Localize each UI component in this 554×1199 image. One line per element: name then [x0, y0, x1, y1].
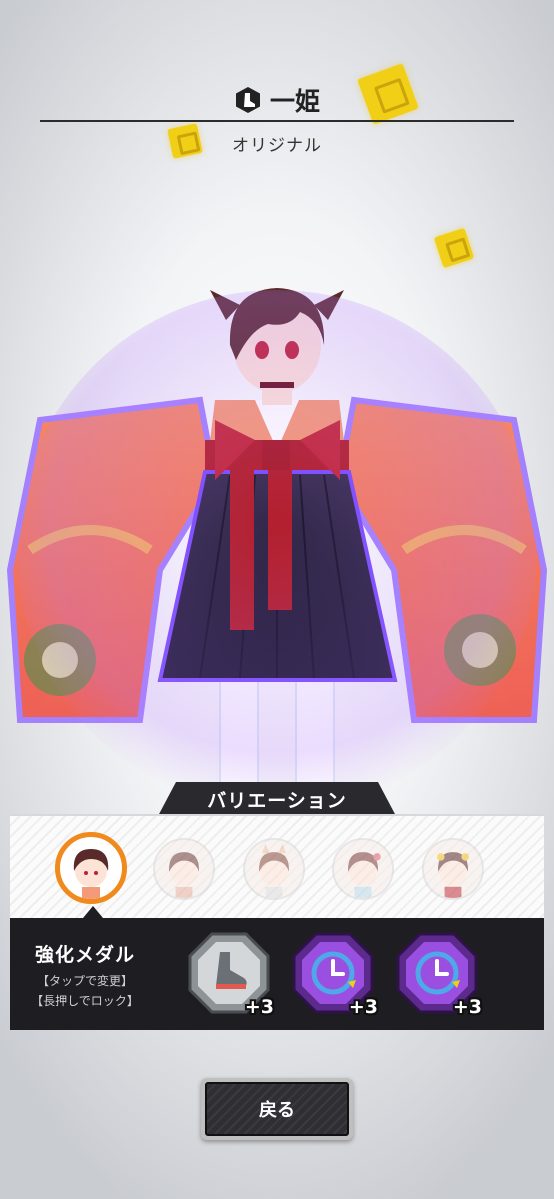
variation-list — [10, 814, 544, 918]
medal-slot-3[interactable]: +3 — [394, 930, 482, 1018]
back-button[interactable]: 戻る — [201, 1078, 353, 1140]
character-name: 一姫 — [269, 87, 320, 116]
medal-hint-hold: 【長押しでロック】 — [31, 994, 139, 1008]
variation-tab: バリエーション — [158, 782, 396, 816]
medal-slot-1[interactable]: +3 — [186, 930, 274, 1018]
character-header: 一姫 — [40, 80, 514, 122]
medal-bonus-2: +3 — [348, 996, 378, 1018]
back-button-label: 戻る — [259, 1100, 295, 1121]
variant-name: オリジナル — [232, 136, 322, 156]
variation-item-2[interactable] — [153, 838, 215, 900]
medal-slot-2[interactable]: +3 — [290, 930, 378, 1018]
variation-item-4[interactable] — [332, 838, 394, 900]
selection-pointer — [83, 906, 103, 918]
medal-hint-tap: 【タップで変更】 — [36, 974, 133, 988]
medal-bonus-1: +3 — [244, 996, 274, 1018]
medal-bonus-3: +3 — [452, 996, 482, 1018]
boot-icon — [234, 86, 262, 114]
variation-item-5[interactable] — [422, 838, 484, 900]
medal-title: 強化メダル — [34, 944, 135, 966]
enhancement-medal-panel: 強化メダル 【タップで変更】 【長押しでロック】 +3 +3 +3 — [10, 918, 544, 1030]
back-button-face[interactable]: 戻る — [205, 1082, 349, 1136]
variation-item-original[interactable] — [55, 832, 127, 904]
variation-tab-label: バリエーション — [207, 789, 347, 812]
variation-item-3[interactable] — [243, 838, 305, 900]
